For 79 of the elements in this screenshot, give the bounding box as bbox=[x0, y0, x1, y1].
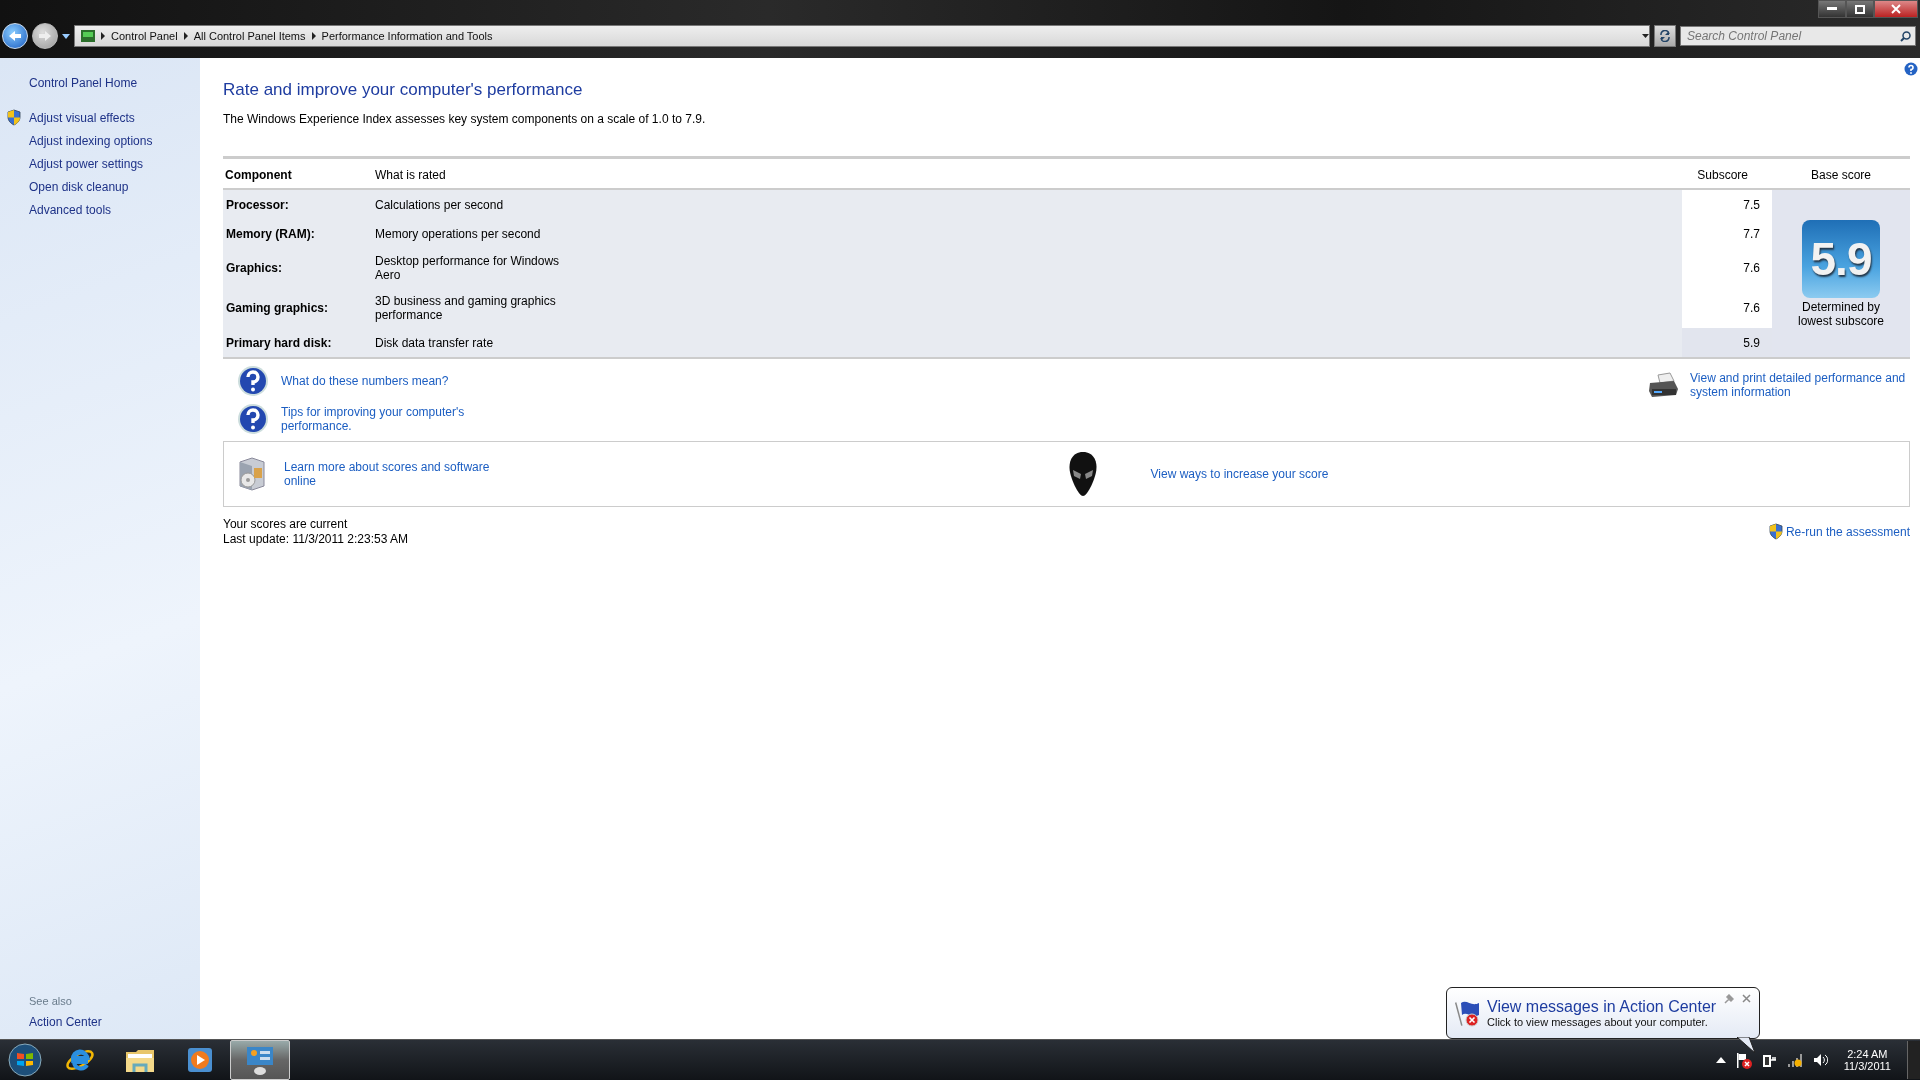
back-arrow-icon bbox=[8, 30, 22, 42]
info-link[interactable]: Learn more about scores and software online bbox=[284, 460, 494, 488]
shield-icon bbox=[6, 109, 22, 126]
print-link[interactable]: View and print detailed performance and system information bbox=[1690, 371, 1910, 399]
sidebar-link[interactable]: Adjust visual effects bbox=[29, 110, 135, 125]
help-link[interactable]: Tips for improving your computer's performance. bbox=[281, 405, 481, 433]
volume-icon[interactable] bbox=[1812, 1052, 1828, 1068]
score-note: Determined by lowest subscore bbox=[1796, 299, 1885, 328]
sidebar-link[interactable]: Advanced tools bbox=[29, 202, 112, 217]
action-center-flag-icon bbox=[1455, 999, 1481, 1027]
sidebar-link[interactable]: Adjust power settings bbox=[29, 156, 144, 171]
table-cell: Memory (RAM): bbox=[223, 219, 373, 248]
breadcrumb[interactable]: Control Panel bbox=[111, 30, 178, 42]
breadcrumb-arrow-icon[interactable] bbox=[101, 32, 105, 40]
control-panel-icon bbox=[244, 1044, 276, 1076]
sidebar-link[interactable]: Adjust indexing options bbox=[29, 133, 153, 148]
table-cell: 5.9 bbox=[1682, 328, 1772, 357]
help-icon bbox=[237, 365, 269, 397]
breadcrumb-arrow-icon[interactable] bbox=[183, 32, 188, 40]
forward-arrow-icon bbox=[38, 30, 52, 42]
notification-balloon[interactable]: View messages in Action Center Click to view messages about your computer. bbox=[1446, 987, 1760, 1039]
help-icon[interactable] bbox=[1904, 62, 1918, 76]
back-button[interactable] bbox=[2, 23, 28, 49]
score-badge: 5.9 bbox=[1802, 219, 1880, 298]
maximize-icon bbox=[1855, 4, 1865, 14]
table-cell: Gaming graphics: bbox=[223, 288, 373, 328]
page-title: Rate and improve your computer's performance bbox=[223, 80, 584, 100]
table-cell-text: Memory operations per second bbox=[375, 226, 542, 241]
forward-button[interactable] bbox=[32, 23, 58, 49]
section-heading: See also bbox=[29, 995, 73, 1007]
clock[interactable]: 2:24 AM 11/3/2011 bbox=[1837, 1048, 1897, 1072]
printer-icon bbox=[1648, 371, 1680, 399]
wrench-icon[interactable] bbox=[1724, 994, 1734, 1004]
help-link[interactable]: What do these numbers mean? bbox=[281, 374, 481, 388]
table-cell-text: 3D business and gaming graphics performance bbox=[375, 294, 557, 322]
table-cell: Processor: bbox=[223, 190, 373, 219]
minimize-button[interactable] bbox=[1818, 0, 1846, 18]
dropdown-arrow-icon[interactable] bbox=[1642, 34, 1649, 38]
sidebar-link[interactable]: Open disk cleanup bbox=[29, 179, 129, 194]
notification-text: Click to view messages about your computer. bbox=[1487, 1016, 1709, 1028]
balloon-tail-icon bbox=[1737, 1037, 1755, 1053]
shield-icon bbox=[1767, 523, 1784, 540]
close-icon[interactable] bbox=[1742, 994, 1751, 1003]
search-field[interactable]: Search Control Panel bbox=[1680, 26, 1916, 46]
address-bar[interactable]: Control Panel All Control Panel Items Performance Information and Tools bbox=[74, 25, 1650, 47]
windows-logo-icon bbox=[8, 1043, 42, 1077]
breadcrumb[interactable]: All Control Panel Items bbox=[193, 30, 306, 42]
sidebar-link[interactable]: Control Panel Home bbox=[29, 76, 138, 90]
show-desktop-button[interactable] bbox=[1907, 1041, 1920, 1079]
control-panel-icon bbox=[81, 30, 95, 42]
dropdown-arrow-icon[interactable] bbox=[62, 33, 70, 39]
date-text: 11/3/2011 bbox=[1843, 1060, 1891, 1072]
table-cell-text: Disk data transfer rate bbox=[375, 335, 495, 350]
minimize-icon bbox=[1827, 7, 1837, 11]
breadcrumb-arrow-icon[interactable] bbox=[311, 32, 316, 40]
show-hidden-icons-icon[interactable] bbox=[1715, 1057, 1726, 1063]
sidebar-link[interactable]: Action Center bbox=[29, 1015, 200, 1029]
table-cell: Graphics: bbox=[223, 248, 373, 288]
close-button[interactable] bbox=[1874, 0, 1918, 18]
notification-title: View messages in Action Center bbox=[1487, 998, 1717, 1016]
maximize-button[interactable] bbox=[1846, 0, 1874, 18]
refresh-button[interactable] bbox=[1654, 25, 1676, 47]
search-icon bbox=[1900, 31, 1911, 42]
time-text: 2:24 AM bbox=[1847, 1048, 1888, 1060]
table-cell-text: Desktop performance for Windows Aero bbox=[375, 254, 561, 282]
network-signal-icon[interactable] bbox=[1786, 1052, 1803, 1068]
table-cell: Primary hard disk: bbox=[223, 328, 373, 357]
breadcrumb[interactable]: Performance Information and Tools bbox=[321, 30, 493, 42]
close-icon bbox=[1891, 4, 1901, 14]
power-plug-icon[interactable] bbox=[1761, 1052, 1777, 1068]
description-text: The Windows Experience Index assesses key system components on a scale of 1.0 to 7.9. bbox=[223, 112, 707, 126]
info-link[interactable]: View ways to increase your score bbox=[1150, 467, 1361, 481]
rerun-link[interactable]: Re-run the assessment bbox=[1785, 524, 1910, 539]
status-text: Last update: 11/3/2011 2:23:53 AM bbox=[223, 532, 409, 546]
flag-icon[interactable] bbox=[1735, 1051, 1752, 1069]
help-icon bbox=[237, 403, 269, 435]
status-text: Your scores are current bbox=[223, 517, 349, 531]
table-cell-text: Calculations per second bbox=[375, 197, 505, 212]
refresh-icon bbox=[1659, 30, 1671, 42]
